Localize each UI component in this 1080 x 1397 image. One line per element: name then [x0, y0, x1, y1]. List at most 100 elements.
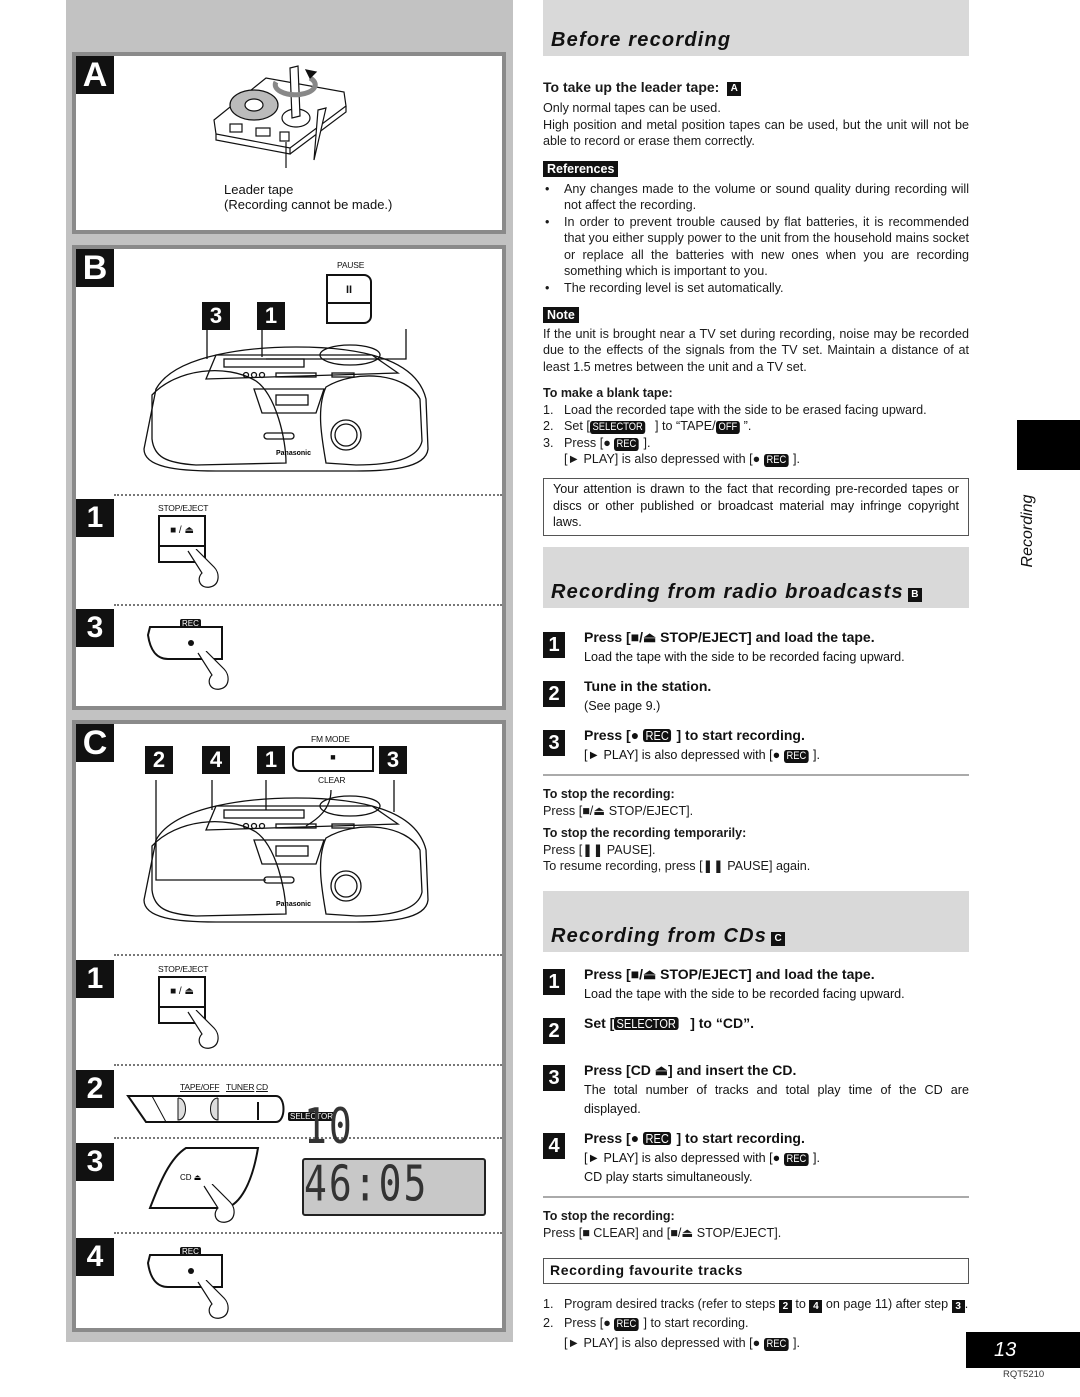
- page-number: 13: [966, 1332, 1080, 1368]
- references-label: References: [543, 161, 619, 177]
- figure-c-step-3: 3: [76, 1143, 114, 1181]
- boombox-illustration: Panasonic: [143, 780, 429, 923]
- step-title: Tune in the station.: [584, 678, 712, 694]
- step-title-text: Press [●: [584, 727, 644, 743]
- copyright-notice: Your attention is drawn to the fact that…: [543, 478, 969, 536]
- finger-press-icon: [187, 1010, 219, 1049]
- step-title-text: Set [: [584, 1015, 615, 1031]
- figure-ref-b: B: [907, 588, 922, 602]
- step-text: Press [●: [564, 1316, 615, 1330]
- blank-tape-section: To make a blank tape: 1. Load the recorde…: [543, 385, 969, 468]
- step-number-badge: 1: [543, 632, 565, 658]
- step-ref-chip: 3: [951, 1300, 965, 1313]
- step-text: Set [: [564, 419, 590, 433]
- reference-item: The recording level is set automatically…: [543, 280, 969, 297]
- selector-tuner: TUNER: [226, 1082, 255, 1092]
- leader-tape-heading: To take up the leader tape: A: [543, 79, 969, 96]
- finger-press-icon: [197, 1280, 229, 1319]
- stop-heading: To stop the recording:: [543, 787, 675, 801]
- finger-press-icon: [203, 1184, 235, 1223]
- step-description: (See page 9.): [584, 699, 661, 713]
- rec-chip: REC: [643, 729, 672, 742]
- figure-b-step-1: 1: [76, 499, 114, 537]
- radio-stop-section: To stop the recording: Press [■/⏏ STOP/E…: [543, 786, 969, 875]
- rec-chip: REC: [783, 750, 809, 763]
- step-description: Load the tape with the side to be record…: [584, 987, 905, 1001]
- step-number-badge: 2: [543, 681, 565, 707]
- step-desc-text: CD play starts simultaneously.: [584, 1170, 753, 1184]
- figure-c-panel: C 2 4 1 3 FM MODE ■ CLEAR Panasonic 1 ST…: [72, 720, 506, 1332]
- step-text: ] to “TAPE/: [655, 419, 716, 433]
- brand-label: Panasonic: [276, 450, 311, 457]
- pause-label: PAUSE: [337, 260, 365, 270]
- figure-b-step-3: 3: [76, 609, 114, 647]
- step-title-text: ] to start recording.: [676, 1130, 805, 1146]
- blank-step-3: 3. Press [● REC]. [► PLAY] is also depress…: [543, 435, 969, 468]
- rec-chip: REC: [614, 437, 640, 451]
- cd-stop-section: To stop the recording: Press [■ CLEAR] a…: [543, 1208, 969, 1241]
- before-recording-title: Before recording: [551, 29, 732, 51]
- figure-letter-a: A: [76, 56, 114, 94]
- note-text: If the unit is brought near a TV set dur…: [543, 326, 969, 374]
- figure-c-step-2: 2: [76, 1070, 114, 1108]
- divider: [543, 774, 969, 776]
- note-label: Note: [543, 307, 579, 323]
- step-number: 1.: [543, 402, 554, 417]
- leader-tape-p2: High position and metal position tapes c…: [543, 117, 969, 149]
- blank-step-2: 2. Set [SELECTOR] to “TAPE/OFF”.: [543, 418, 969, 435]
- leader-tape-caption: Leader tape (Recording cannot be made.): [224, 182, 392, 212]
- blank-step-1: 1. Load the recorded tape with the side t…: [543, 402, 969, 419]
- figure-letter-b: B: [76, 249, 114, 287]
- step-text: Program desired tracks (refer to steps: [564, 1297, 779, 1311]
- finger-press-icon: [197, 651, 229, 690]
- step-title: Press [■/⏏ STOP/EJECT] and load the tape…: [584, 966, 875, 982]
- clear-button-illustration: ■: [292, 746, 374, 772]
- callout-step-2: 2: [145, 746, 173, 774]
- radio-section-title: Recording from radio broadcasts B: [551, 581, 922, 604]
- stop-eject-label: STOP/EJECT: [158, 964, 209, 974]
- leader-tape-p1: Only normal tapes can be used.: [543, 101, 721, 115]
- callout-step-1: 1: [257, 746, 285, 774]
- step-description: Load the tape with the side to be record…: [584, 650, 905, 664]
- cd-step-2: 2 Set [SELECTOR] to “CD”.: [543, 1014, 969, 1054]
- caption-line-2: (Recording cannot be made.): [224, 197, 393, 212]
- off-chip: OFF: [715, 421, 740, 434]
- callout-step-3: 3: [202, 302, 230, 330]
- step-description: [► PLAY] is also depressed with [● REC].: [584, 746, 969, 765]
- figure-ref-a: A: [727, 82, 742, 96]
- radio-step-2: 2 Tune in the station. (See page 9.): [543, 677, 969, 719]
- selector-switch-illustration: [126, 1095, 285, 1123]
- radio-section-header: Recording from radio broadcasts B: [543, 547, 969, 608]
- rec-chip: REC: [763, 1337, 789, 1351]
- reference-item: Any changes made to the volume or sound …: [543, 181, 969, 214]
- finger-press-icon: [187, 549, 219, 588]
- chapter-tab: [1017, 420, 1080, 470]
- radio-title-text: Recording from radio broadcasts: [551, 581, 904, 603]
- separator: [114, 604, 502, 606]
- step-text: ].: [643, 435, 651, 450]
- stop-text: Press [■ CLEAR] and [■/⏏ STOP/EJECT].: [543, 1225, 782, 1240]
- caption-line-1: Leader tape: [224, 182, 294, 197]
- figure-letter-c: C: [76, 724, 114, 762]
- step-title: Set [SELECTOR] to “CD”.: [584, 1014, 969, 1032]
- cd-step-4: 4 Press [● REC] to start recording. [► P…: [543, 1129, 969, 1189]
- pause-heading: To stop the recording temporarily:: [543, 826, 747, 840]
- step-number-badge: 1: [543, 969, 565, 995]
- step-title-text: ] to start recording.: [676, 727, 805, 743]
- step-desc-text: ].: [812, 748, 820, 762]
- separator: [114, 954, 502, 956]
- step-desc-text: ].: [812, 1151, 820, 1165]
- cd-title-text: Recording from CDs: [551, 925, 768, 947]
- step-text: Load the recorded tape with the side to …: [564, 402, 927, 417]
- step-number-badge: 3: [543, 730, 565, 756]
- fav-step-2: 2. Press [● REC] to start recording.: [543, 1316, 749, 1331]
- step-title: Press [CD ⏏] and insert the CD.: [584, 1062, 797, 1078]
- fm-mode-label: FM MODE: [311, 734, 350, 744]
- step-desc-text: [► PLAY] is also depressed with [●: [584, 1151, 784, 1165]
- brand-label: Panasonic: [276, 901, 311, 908]
- blank-tape-heading: To make a blank tape:: [543, 386, 673, 400]
- reference-item: In order to prevent trouble caused by fl…: [543, 214, 969, 280]
- selector-cd: CD: [256, 1082, 268, 1092]
- step-title-text: Press [●: [584, 1130, 644, 1146]
- selector-tape-off: TAPE/OFF: [180, 1082, 220, 1092]
